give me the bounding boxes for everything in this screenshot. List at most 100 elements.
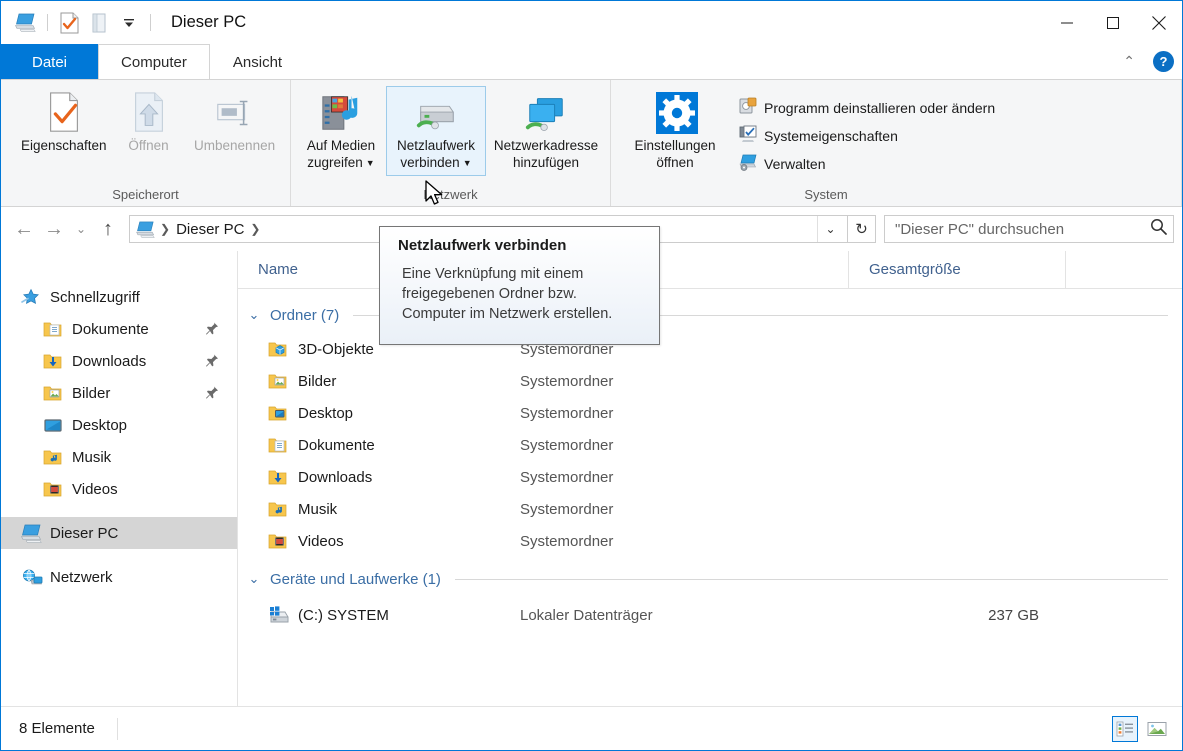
properties-icon	[45, 91, 83, 135]
table-row[interactable]: Downloads Systemordner	[238, 461, 1182, 493]
pin-icon[interactable]	[206, 354, 219, 373]
ribbon-group-title: System	[804, 187, 848, 202]
address-dropdown-icon[interactable]: ⌄	[817, 216, 843, 242]
desktop-folder-icon	[268, 405, 290, 422]
system-item-systemeigenschaften[interactable]: Systemeigenschaften	[735, 124, 999, 147]
chevron-down-icon[interactable]: ▼	[366, 158, 375, 168]
sidebar-item-netzwerk[interactable]: Netzwerk	[1, 561, 237, 593]
ribbon-group-system: Einstellungen öffnen Programm deinstalli…	[611, 80, 1182, 206]
file-name: Bilder	[298, 372, 337, 390]
ribbon-button-einstellungen-oeffnen[interactable]: Einstellungen öffnen	[621, 86, 729, 175]
pc-icon	[136, 221, 156, 238]
sidebar-item-dieser-pc[interactable]: Dieser PC	[1, 517, 237, 549]
collapse-ribbon-icon[interactable]: ⌃	[1117, 53, 1141, 70]
add-network-location-icon	[521, 91, 571, 135]
back-button[interactable]: ←	[9, 214, 39, 244]
table-row[interactable]: (C:) SYSTEM Lokaler Datenträger 237 GB	[238, 597, 1182, 633]
refresh-button[interactable]: ↻	[848, 215, 876, 243]
pin-icon[interactable]	[206, 386, 219, 405]
sidebar-gap-2	[1, 549, 237, 561]
large-icons-view-button[interactable]	[1144, 716, 1170, 742]
search-icon[interactable]	[1150, 218, 1167, 240]
sidebar-item-bilder[interactable]: Bilder	[1, 377, 237, 409]
details-view-button[interactable]	[1112, 715, 1138, 742]
table-row[interactable]: Bilder Systemordner	[238, 365, 1182, 397]
ribbon-button-label: Eigenschaften	[21, 138, 107, 153]
documents-folder-icon	[268, 437, 290, 454]
ribbon-button-auf-medien-zugreifen[interactable]: Auf Medien zugreifen ▼	[297, 86, 385, 176]
up-button[interactable]: ↑	[93, 214, 123, 244]
properties-check-icon[interactable]	[54, 8, 84, 38]
minimize-button[interactable]	[1044, 1, 1090, 44]
ribbon: Eigenschaften Öffnen Umbenennen Speicher…	[1, 79, 1182, 207]
group-header-geraete-und-laufwerke[interactable]: ⌄ Geräte und Laufwerke (1)	[238, 561, 1182, 597]
ribbon-button-netzwerkadresse-hinzufuegen[interactable]: Netzwerkadresse hinzufügen	[487, 86, 605, 175]
system-item-programm-deinstallieren[interactable]: Programm deinstallieren oder ändern	[735, 96, 999, 119]
view-toggle-group	[1112, 715, 1170, 742]
sidebar-item-desktop[interactable]: Desktop	[1, 409, 237, 441]
breadcrumb-separator[interactable]: ❯	[160, 222, 170, 236]
table-row[interactable]: Dokumente Systemordner	[238, 429, 1182, 461]
file-type: Systemordner	[520, 436, 614, 454]
quick-access-star-icon	[21, 288, 43, 306]
ribbon-button-netzlaufwerk-verbinden[interactable]: Netzlaufwerk verbinden ▼	[386, 86, 486, 176]
sidebar-item-downloads[interactable]: Downloads	[1, 345, 237, 377]
ribbon-tab-right-tools: ⌃ ?	[1117, 44, 1174, 79]
sidebar-item-videos[interactable]: Videos	[1, 473, 237, 505]
column-header-extra[interactable]	[1066, 251, 1182, 289]
file-name: Desktop	[298, 404, 354, 422]
ribbon-button-label: Netzwerkadresse	[493, 138, 599, 153]
chevron-down-icon[interactable]: ⌄	[246, 571, 262, 587]
sidebar-item-musik[interactable]: Musik	[1, 441, 237, 473]
folder-icon[interactable]	[84, 8, 114, 38]
file-size: 237 GB	[988, 606, 1039, 624]
tab-computer[interactable]: Computer	[98, 44, 210, 79]
tab-ansicht[interactable]: Ansicht	[210, 44, 305, 79]
system-item-label: Programm deinstallieren oder ändern	[764, 99, 996, 116]
tab-datei[interactable]: Datei	[1, 44, 99, 79]
chevron-down-icon[interactable]: ▼	[463, 158, 472, 168]
recent-locations-button[interactable]: ⌄	[69, 214, 93, 244]
search-input[interactable]	[895, 220, 1150, 238]
search-box[interactable]	[884, 215, 1174, 243]
file-type: Lokaler Datenträger	[520, 606, 653, 624]
table-row[interactable]: Musik Systemordner	[238, 493, 1182, 525]
open-icon	[131, 91, 167, 135]
system-item-label: Systemeigenschaften	[764, 127, 898, 144]
group-header-label: Ordner (7)	[270, 306, 340, 324]
ribbon-button-umbenennen[interactable]: Umbenennen	[185, 86, 285, 158]
ribbon-tab-strip: Datei Computer Ansicht ⌃ ?	[1, 44, 1182, 79]
sidebar-item-schnellzugriff[interactable]: Schnellzugriff	[1, 281, 237, 313]
window-title: Dieser PC	[171, 13, 247, 31]
chevron-down-icon[interactable]: ⌄	[246, 307, 262, 323]
title-bar: Dieser PC	[1, 1, 1182, 44]
help-button[interactable]: ?	[1153, 51, 1174, 72]
system-command-list: Programm deinstallieren oder ändern Syst…	[729, 86, 999, 175]
file-name: Videos	[298, 532, 344, 550]
breadcrumb-separator-2[interactable]: ❯	[250, 222, 260, 236]
ribbon-button-label: Umbenennen	[194, 138, 276, 153]
system-item-verwalten[interactable]: Verwalten	[735, 152, 999, 175]
ribbon-button-eigenschaften[interactable]: Eigenschaften	[15, 86, 113, 158]
manage-computer-icon	[739, 153, 757, 174]
sidebar-item-dokumente[interactable]: Dokumente	[1, 313, 237, 345]
settings-gear-icon	[648, 91, 702, 135]
downloads-folder-icon	[268, 469, 290, 486]
pin-icon[interactable]	[206, 322, 219, 341]
quick-access-toolbar	[1, 8, 157, 38]
table-row[interactable]: Desktop Systemordner	[238, 397, 1182, 429]
maximize-button[interactable]	[1090, 1, 1136, 44]
tooltip-line-3: Computer im Netzwerk erstellen.	[402, 306, 613, 322]
close-button[interactable]	[1136, 1, 1182, 44]
breadcrumb-dieser-pc[interactable]: Dieser PC	[170, 221, 250, 238]
forward-button[interactable]: →	[39, 214, 69, 244]
column-header-gesamtgroesse[interactable]: Gesamtgröße	[849, 250, 1066, 289]
table-row[interactable]: Videos Systemordner	[238, 525, 1182, 557]
file-type: Systemordner	[520, 532, 614, 550]
qat-dropdown-arrow-icon[interactable]	[114, 8, 144, 38]
ribbon-button-oeffnen[interactable]: Öffnen	[117, 86, 181, 158]
pictures-folder-icon	[268, 373, 290, 390]
file-list: ⌄ Ordner (7) 3D-Objekte Systemordner Bil…	[238, 289, 1182, 706]
ribbon-group-netzwerk: Auf Medien zugreifen ▼ Netzlaufwerk verb…	[291, 80, 611, 206]
